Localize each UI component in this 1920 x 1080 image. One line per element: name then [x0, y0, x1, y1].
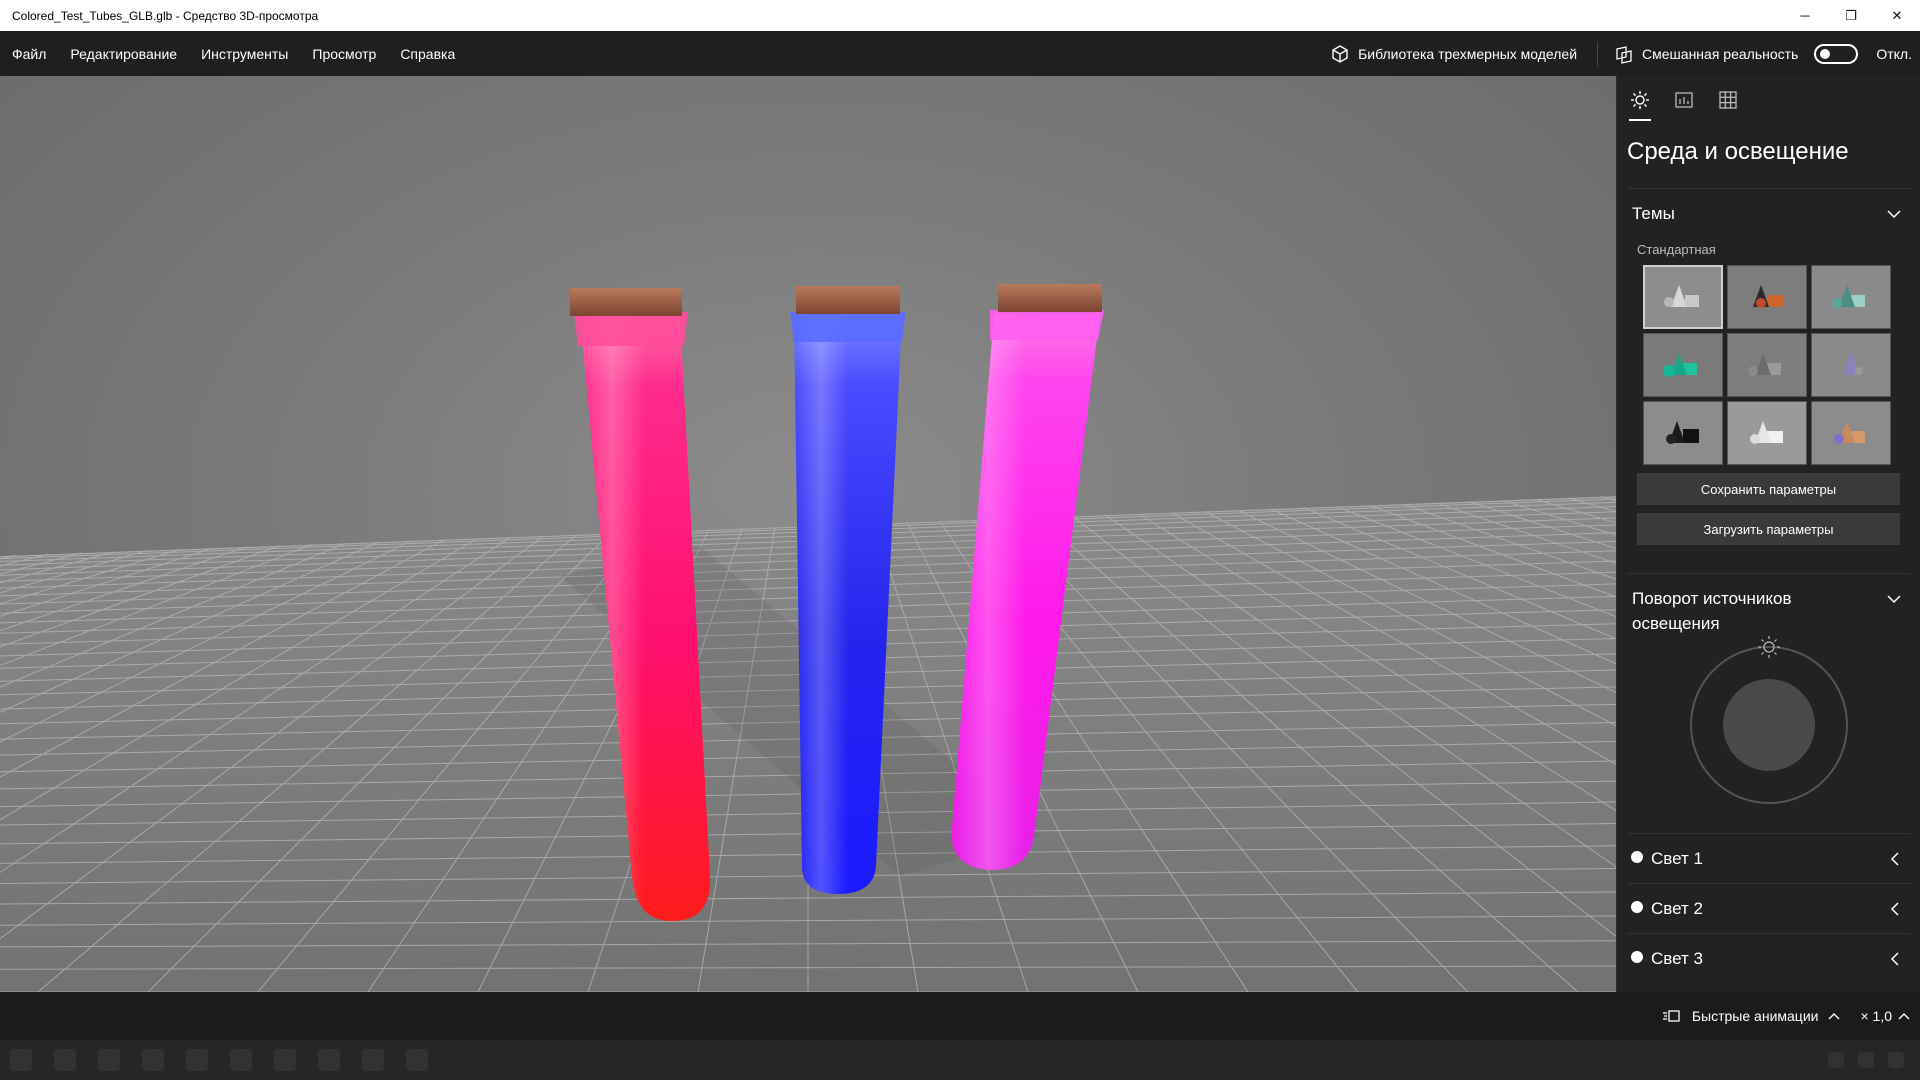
tray-icon[interactable]	[1828, 1052, 1844, 1068]
cork-1	[570, 288, 682, 316]
quick-animations-button[interactable]: Быстрые анимации	[1662, 1008, 1861, 1024]
tray-icon[interactable]	[1858, 1052, 1874, 1068]
menu-view[interactable]: Просмотр	[300, 31, 388, 76]
chevron-left-icon	[1890, 851, 1899, 866]
menu-tools[interactable]: Инструменты	[189, 31, 300, 76]
mixed-reality-state: Откл.	[1876, 45, 1912, 62]
mixed-reality-label: Смешанная реальность	[1642, 45, 1799, 62]
quick-animations-label: Быстрые анимации	[1691, 1008, 1819, 1024]
taskbar-icon[interactable]	[318, 1049, 340, 1071]
close-button[interactable]: ✕	[1874, 0, 1920, 31]
save-settings-button[interactable]: Сохранить параметры	[1637, 473, 1900, 505]
animation-bar: Быстрые анимации × 1,0	[0, 992, 1920, 1040]
scene-canvas[interactable]	[0, 76, 1616, 992]
taskbar-icon[interactable]	[230, 1049, 252, 1071]
theme-thumbnail[interactable]	[1727, 265, 1807, 329]
mixed-reality-control[interactable]: Смешанная реальность Откл.	[1604, 31, 1920, 76]
toggle-knob	[1820, 48, 1831, 59]
tray-icon[interactable]	[1888, 1052, 1904, 1068]
taskbar-icon[interactable]	[362, 1049, 384, 1071]
chevron-left-icon	[1890, 951, 1899, 966]
light-1-row[interactable]: Свет 1	[1627, 833, 1910, 883]
title-bar: Colored_Test_Tubes_GLB.glb - Средство 3D…	[0, 0, 1920, 31]
light-2-label: Свет 2	[1651, 898, 1703, 918]
menu-bar: Файл Редактирование Инструменты Просмотр…	[0, 31, 1920, 76]
cork-2	[796, 286, 900, 314]
divider	[1597, 41, 1599, 66]
theme-thumbnail[interactable]	[1811, 265, 1891, 329]
playback-speed-control[interactable]: × 1,0	[1860, 1008, 1920, 1024]
light-color-swatch	[1631, 950, 1643, 963]
light-3-label: Свет 3	[1651, 948, 1703, 968]
sun-icon	[1631, 91, 1649, 109]
theme-thumbnail[interactable]	[1643, 265, 1723, 329]
rotation-sphere[interactable]	[1723, 679, 1815, 771]
chevron-up-icon	[1828, 1013, 1840, 1020]
menu-help[interactable]: Справка	[388, 31, 467, 76]
chevron-up-icon	[1898, 1013, 1910, 1020]
cube-icon	[1332, 44, 1348, 63]
taskbar-icon[interactable]	[54, 1049, 76, 1071]
mixed-reality-icon	[1616, 45, 1632, 64]
theme-grid	[1617, 265, 1920, 465]
system-tray	[1828, 1052, 1920, 1068]
panel-title: Среда и освещение	[1627, 138, 1849, 165]
3d-viewport[interactable]	[0, 76, 1616, 992]
theme-thumbnail[interactable]	[1811, 333, 1891, 397]
light-color-swatch	[1631, 900, 1643, 913]
tab-mesh[interactable]	[1715, 85, 1741, 115]
themes-label: Темы	[1632, 203, 1675, 223]
menu-file[interactable]: Файл	[0, 31, 58, 76]
3d-library-label: Библиотека трехмерных моделей	[1358, 45, 1578, 62]
taskbar-icon[interactable]	[186, 1049, 208, 1071]
taskbar-icon[interactable]	[98, 1049, 120, 1071]
stats-icon	[1675, 92, 1693, 108]
light-2-row[interactable]: Свет 2	[1627, 883, 1910, 933]
themes-section-header[interactable]: Темы	[1627, 188, 1910, 238]
animation-icon	[1662, 1010, 1680, 1022]
chevron-left-icon	[1890, 901, 1899, 916]
window-title: Colored_Test_Tubes_GLB.glb - Средство 3D…	[12, 8, 319, 23]
panel-tabs	[1617, 76, 1920, 124]
chevron-down-icon	[1887, 209, 1901, 218]
theme-thumbnail[interactable]	[1727, 333, 1807, 397]
os-taskbar	[0, 1040, 1920, 1080]
cork-3	[998, 284, 1102, 312]
playback-speed-label: × 1,0	[1860, 1008, 1892, 1024]
taskbar-icon[interactable]	[274, 1049, 296, 1071]
theme-thumbnail[interactable]	[1811, 401, 1891, 465]
tab-stats[interactable]	[1671, 85, 1697, 115]
3d-library-button[interactable]: Библиотека трехмерных моделей	[1316, 31, 1591, 76]
restore-button[interactable]: ❐	[1828, 0, 1874, 31]
themes-group-label: Стандартная	[1637, 242, 1716, 257]
chevron-down-icon	[1887, 595, 1901, 604]
light-color-swatch	[1631, 850, 1643, 863]
taskbar-icon[interactable]	[142, 1049, 164, 1071]
taskbar-icon[interactable]	[406, 1049, 428, 1071]
light-1-label: Свет 1	[1651, 848, 1703, 868]
grid-icon	[1719, 91, 1737, 109]
minimize-button[interactable]: ─	[1782, 0, 1828, 31]
theme-thumbnail[interactable]	[1643, 333, 1723, 397]
menu-edit[interactable]: Редактирование	[58, 31, 189, 76]
light-rotation-dial-area	[1617, 636, 1920, 833]
theme-thumbnail[interactable]	[1643, 401, 1723, 465]
mixed-reality-toggle[interactable]	[1814, 43, 1859, 64]
tab-environment[interactable]	[1627, 85, 1653, 121]
light-3-row[interactable]: Свет 3	[1627, 933, 1910, 983]
load-settings-button[interactable]: Загрузить параметры	[1637, 513, 1900, 545]
environment-panel: Среда и освещение Темы Стандартная Сохра…	[1616, 76, 1920, 992]
taskbar-icon[interactable]	[10, 1049, 32, 1071]
theme-thumbnail[interactable]	[1727, 401, 1807, 465]
